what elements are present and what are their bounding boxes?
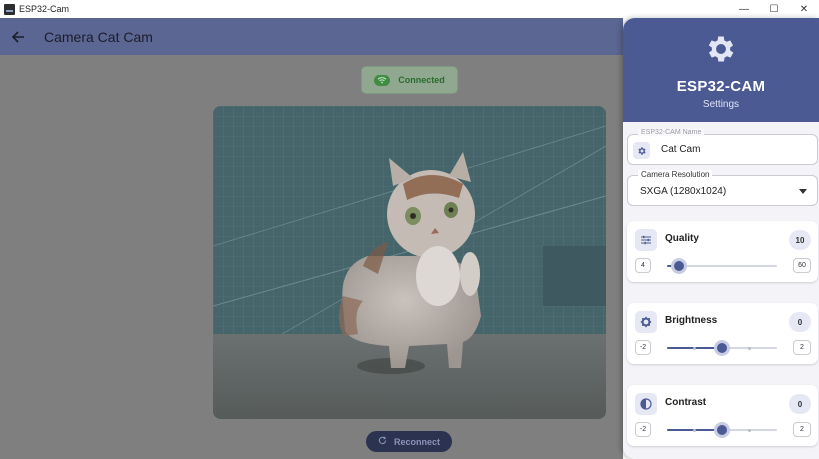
connection-status-label: Connected [398,75,445,85]
app-bar: Camera Cat Cam [0,18,623,55]
reconnect-button[interactable]: Reconnect [366,431,452,452]
resolution-value: SXGA (1280x1024) [640,186,727,197]
drawer-header: ESP32-CAM Settings [623,18,819,122]
close-button[interactable]: ✕ [789,0,819,18]
brightness-slider-thumb[interactable] [714,340,730,356]
brightness-label: Brightness [665,315,718,326]
brightness-icon [635,311,657,333]
contrast-slider-thumb[interactable] [714,422,730,438]
quality-label: Quality [665,233,699,244]
contrast-min: -2 [635,422,651,437]
window-controls: — ☐ ✕ [729,0,819,18]
drawer-subtitle: Settings [702,99,740,110]
brightness-card: Brightness 0 -2 2 [627,303,818,364]
contrast-slider[interactable] [667,422,777,438]
connection-status-badge: Connected [361,66,458,94]
contrast-card: Contrast 0 -2 2 [627,385,818,446]
app-icon [4,3,15,15]
maximize-button[interactable]: ☐ [759,0,789,18]
quality-min: 4 [635,258,651,273]
chevron-down-icon [799,189,807,194]
camera-image [213,106,606,419]
brightness-max: 2 [793,340,811,355]
arrow-left-icon[interactable] [8,27,28,47]
brightness-tick [748,346,751,350]
settings-drawer: ESP32-CAM Settings ESP32-CAM Name Cat Ca… [623,18,819,459]
brightness-slider[interactable] [667,340,777,356]
minimize-button[interactable]: — [729,0,759,18]
camera-name-value: Cat Cam [661,144,701,155]
camera-name-field[interactable]: ESP32-CAM Name Cat Cam [627,129,818,165]
refresh-icon [378,436,387,447]
resolution-label: Camera Resolution [638,170,713,179]
drawer-title: ESP32-CAM [676,78,766,95]
contrast-max: 2 [793,422,811,437]
gear-icon [704,32,738,66]
brightness-tick [693,346,696,350]
contrast-value: 0 [789,394,811,414]
brightness-min: -2 [635,340,651,355]
quality-value: 10 [789,230,811,250]
window-titlebar: ESP32-Cam — ☐ ✕ [0,0,819,18]
camera-feed [213,106,606,419]
quality-card: Quality 10 4 60 [627,221,818,282]
contrast-tick [748,428,751,432]
quality-slider[interactable] [667,258,777,274]
reconnect-label: Reconnect [393,436,440,447]
camera-name-label: ESP32-CAM Name [638,129,705,136]
resolution-select[interactable]: Camera Resolution SXGA (1280x1024) [627,170,818,206]
contrast-label: Contrast [665,397,707,408]
tune-icon [635,229,657,251]
contrast-tick [693,428,696,432]
settings-chip-icon [633,142,650,159]
contrast-icon [635,393,657,415]
page-title: Camera Cat Cam [44,28,153,45]
wifi-icon [374,74,391,86]
brightness-value: 0 [789,312,811,332]
window-title: ESP32-Cam [19,4,70,14]
quality-slider-thumb[interactable] [670,258,687,274]
quality-max: 60 [793,258,811,273]
